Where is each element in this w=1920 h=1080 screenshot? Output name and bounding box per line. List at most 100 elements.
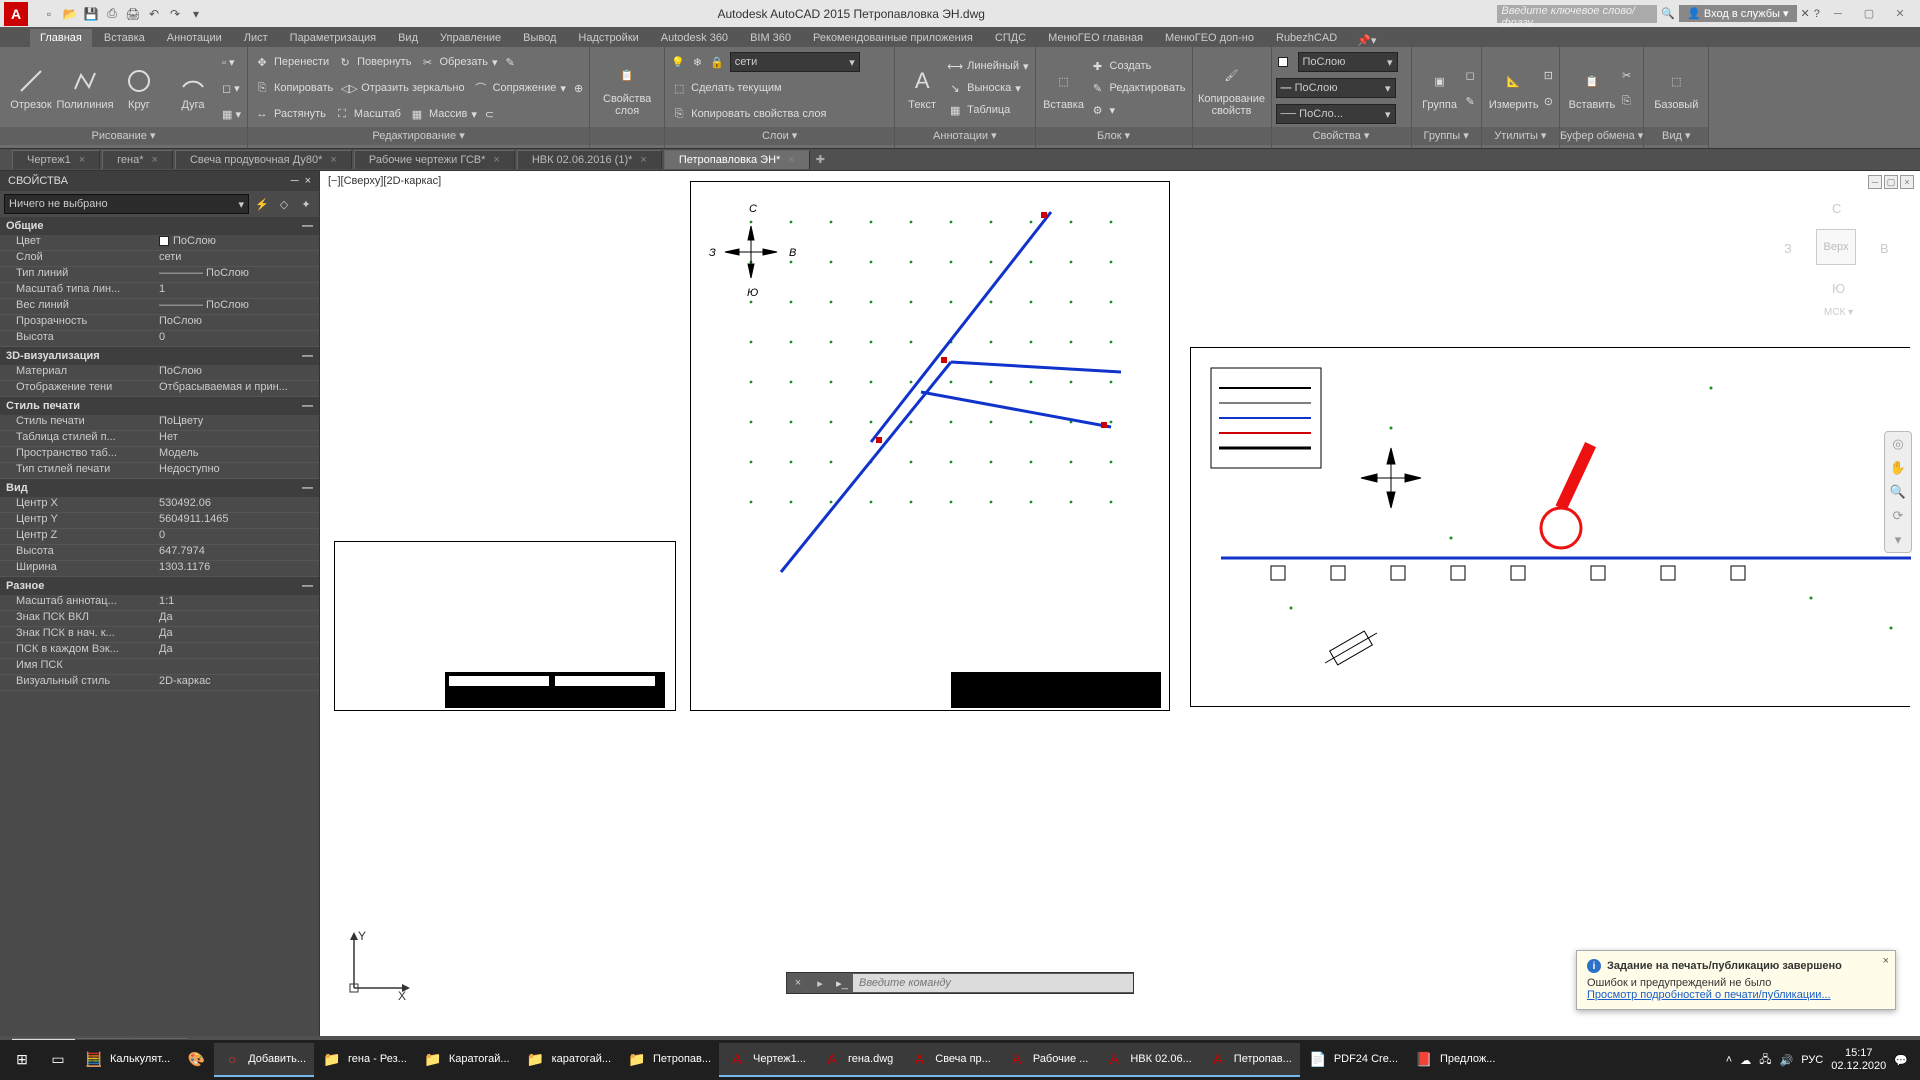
filetab-1[interactable]: гена*× bbox=[102, 150, 173, 169]
filetab-3[interactable]: Рабочие чертежи ГСВ*× bbox=[354, 150, 515, 169]
taskbar-item[interactable]: 🧮Калькулят... bbox=[76, 1043, 178, 1077]
array-button[interactable]: ▦Массив ▾ bbox=[407, 103, 479, 125]
taskbar-item[interactable]: AНВК 02.06... bbox=[1096, 1043, 1199, 1077]
taskbar-item[interactable]: AСвеча пр... bbox=[901, 1043, 999, 1077]
close-icon[interactable]: ✕ bbox=[1886, 3, 1914, 23]
tab-output[interactable]: Вывод bbox=[513, 29, 566, 47]
prop-row[interactable]: МатериалПоСлою bbox=[0, 365, 319, 381]
layer-ic3[interactable]: 🔒 bbox=[708, 51, 726, 73]
selection-combo[interactable]: Ничего не выбрано▾ bbox=[4, 194, 249, 214]
ltype-combo[interactable]: ── ПоСло...▾ bbox=[1276, 104, 1396, 124]
search-input[interactable]: Введите ключевое слово/фразу bbox=[1497, 5, 1657, 23]
draw-extra3-icon[interactable]: ▦ ▾ bbox=[220, 103, 243, 125]
panel-clip-title[interactable]: Буфер обмена ▾ bbox=[1560, 127, 1643, 145]
drawing-canvas[interactable]: [−][Сверху][2D-каркас] ─ ▢ × bbox=[320, 171, 1920, 1036]
tray-cloud-icon[interactable]: ☁ bbox=[1740, 1054, 1751, 1067]
taskbar-item[interactable]: AЧертеж1... bbox=[719, 1043, 814, 1077]
prop-row[interactable]: Таблица стилей п...Нет bbox=[0, 431, 319, 447]
group-button[interactable]: ▣Группа bbox=[1416, 49, 1464, 127]
qat-new-icon[interactable]: ▫ bbox=[40, 5, 58, 23]
edit-ext2-icon[interactable]: ⊕ bbox=[572, 77, 585, 99]
prop-row[interactable]: Центр Y5604911.1465 bbox=[0, 513, 319, 529]
arc-button[interactable]: Дуга bbox=[166, 49, 220, 127]
signin-button[interactable]: 👤 Вход в службы ▾ bbox=[1679, 5, 1796, 22]
filetab-5[interactable]: Петропавловка ЭН*× bbox=[664, 150, 810, 169]
prop-row[interactable]: ПСК в каждом Вэк...Да bbox=[0, 643, 319, 659]
tab-featured[interactable]: Рекомендованные приложения bbox=[803, 29, 983, 47]
circle-button[interactable]: Круг bbox=[112, 49, 166, 127]
edit-ext1-icon[interactable]: ✎ bbox=[504, 51, 517, 73]
paste-button[interactable]: 📋Вставить bbox=[1564, 49, 1620, 127]
app-logo[interactable]: A bbox=[4, 2, 28, 26]
quickselect-icon[interactable]: ⚡ bbox=[253, 195, 271, 213]
nav-bar[interactable]: ◎ ✋ 🔍 ⟳ ▾ bbox=[1884, 431, 1912, 553]
table-button[interactable]: ▦Таблица bbox=[945, 99, 1030, 121]
prop-row[interactable]: Отображение тениОтбрасываемая и прин... bbox=[0, 381, 319, 397]
prop-row[interactable]: Центр Z0 bbox=[0, 529, 319, 545]
help-icon[interactable]: ? bbox=[1814, 8, 1820, 20]
prop-row[interactable]: Слойсети bbox=[0, 251, 319, 267]
layer-setcurrent[interactable]: ⬚Сделать текущим bbox=[669, 77, 783, 99]
draw-extra1-icon[interactable]: ▫ ▾ bbox=[220, 51, 243, 73]
panel-layers-title[interactable]: Слои ▾ bbox=[665, 127, 894, 145]
tray-notif-icon[interactable]: 💬 bbox=[1894, 1054, 1908, 1067]
prop-row[interactable]: Вес линий———— ПоСлою bbox=[0, 299, 319, 315]
layer-combo[interactable]: сети▾ bbox=[730, 52, 860, 72]
layer-ic1[interactable]: 💡 bbox=[669, 51, 687, 73]
panel-props-title[interactable]: Свойства ▾ bbox=[1272, 127, 1411, 145]
filetab-4[interactable]: НВК 02.06.2016 (1)*× bbox=[517, 150, 662, 169]
draw-extra2-icon[interactable]: ◻ ▾ bbox=[220, 77, 243, 99]
notif-close-icon[interactable]: × bbox=[1883, 955, 1889, 967]
taskbar-item[interactable]: 🎨 bbox=[178, 1043, 214, 1077]
tab-home[interactable]: Главная bbox=[30, 29, 92, 47]
cut-icon[interactable]: ✂ bbox=[1620, 64, 1633, 86]
tab-sheet[interactable]: Лист bbox=[234, 29, 278, 47]
panel-draw-title[interactable]: Рисование ▾ bbox=[0, 127, 247, 145]
util-ic2[interactable]: ⊙ bbox=[1542, 90, 1555, 112]
matchprops-button[interactable]: 🖌Копированиесвойств bbox=[1197, 49, 1267, 127]
vp-close-icon[interactable]: × bbox=[1900, 175, 1914, 189]
palette-close-icon[interactable]: × bbox=[305, 175, 311, 187]
qat-save-icon[interactable]: 💾 bbox=[82, 5, 100, 23]
tab-annot[interactable]: Аннотации bbox=[157, 29, 232, 47]
tab-rubezh[interactable]: RubezhCAD bbox=[1266, 29, 1347, 47]
infocenter-icon[interactable]: 🔍 bbox=[1661, 7, 1675, 20]
measure-button[interactable]: 📐Измерить bbox=[1486, 49, 1542, 127]
taskbar-item[interactable]: ○Добавить... bbox=[214, 1043, 314, 1077]
leader-button[interactable]: ↘Выноска ▾ bbox=[945, 77, 1030, 99]
panel-edit-title[interactable]: Редактирование ▾ bbox=[248, 127, 589, 145]
view-label[interactable]: [−][Сверху][2D-каркас] bbox=[328, 175, 441, 187]
prop-row[interactable]: Высота647.7974 bbox=[0, 545, 319, 561]
command-input[interactable] bbox=[853, 974, 1133, 992]
cmd-close-icon[interactable]: × bbox=[787, 973, 809, 993]
rotate-button[interactable]: ↻Повернуть bbox=[335, 51, 413, 73]
qat-print-icon[interactable]: 🖨 bbox=[124, 5, 142, 23]
panel-view-title[interactable]: Вид ▾ bbox=[1644, 127, 1708, 145]
tab-insert[interactable]: Вставка bbox=[94, 29, 155, 47]
prop-row[interactable]: Масштаб типа лин...1 bbox=[0, 283, 319, 299]
qat-saveas-icon[interactable]: ⎙ bbox=[103, 5, 121, 23]
prop-row[interactable]: Ширина1303.1176 bbox=[0, 561, 319, 577]
filetab-add-icon[interactable]: ✚ bbox=[816, 153, 825, 166]
prop-row[interactable]: ПрозрачностьПоСлою bbox=[0, 315, 319, 331]
palette-pin-icon[interactable]: ─ bbox=[291, 175, 299, 187]
create-button[interactable]: ✚Создать bbox=[1088, 55, 1188, 77]
exchange-icon[interactable]: ✕ bbox=[1801, 7, 1810, 20]
tray-lang[interactable]: РУС bbox=[1801, 1054, 1823, 1066]
trim-button[interactable]: ✂Обрезать ▾ bbox=[417, 51, 499, 73]
prop-row[interactable]: Визуальный стиль2D-каркас bbox=[0, 675, 319, 691]
prop-category[interactable]: Разное— bbox=[0, 577, 319, 595]
qat-open-icon[interactable]: 📂 bbox=[61, 5, 79, 23]
filetab-2[interactable]: Свеча продувочная Ду80*× bbox=[175, 150, 352, 169]
fillet-button[interactable]: ⌒Сопряжение ▾ bbox=[471, 77, 568, 99]
panel-annot-title[interactable]: Аннотации ▾ bbox=[895, 127, 1034, 145]
dimlinear-button[interactable]: ⟷Линейный ▾ bbox=[945, 55, 1030, 77]
tab-param[interactable]: Параметризация bbox=[280, 29, 386, 47]
insert-button[interactable]: ⬚Вставка bbox=[1040, 49, 1088, 127]
tab-manage[interactable]: Управление bbox=[430, 29, 511, 47]
tab-spds[interactable]: СПДС bbox=[985, 29, 1036, 47]
qat-redo-icon[interactable]: ↷ bbox=[166, 5, 184, 23]
cmd-opts-icon[interactable]: ▸ bbox=[809, 973, 831, 993]
maximize-icon[interactable]: ▢ bbox=[1855, 3, 1883, 23]
baseview-button[interactable]: ⬚Базовый bbox=[1648, 49, 1704, 127]
